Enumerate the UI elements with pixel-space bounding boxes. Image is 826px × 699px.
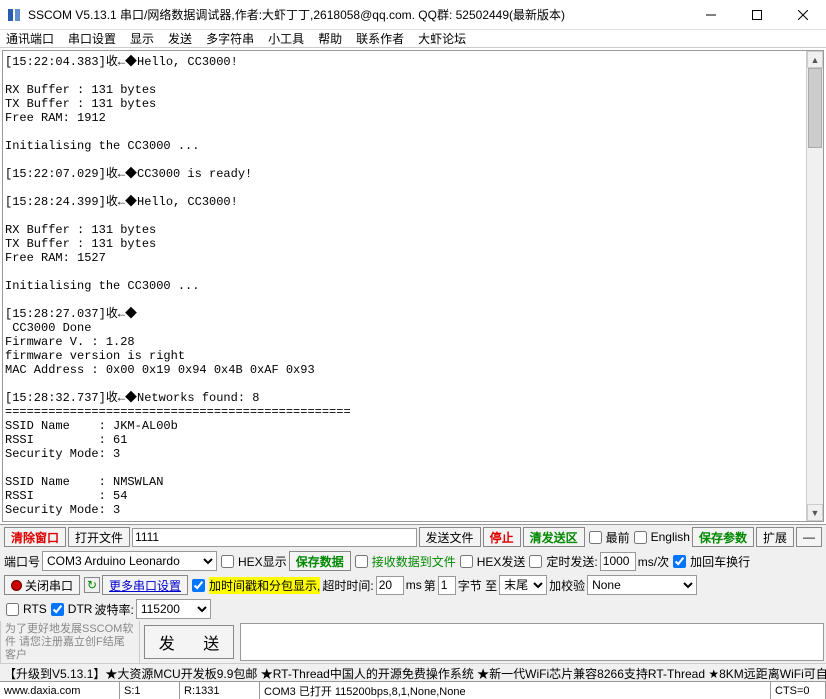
topmost-label: 最前	[606, 529, 630, 546]
filename-input[interactable]	[132, 528, 417, 547]
scroll-thumb[interactable]	[808, 68, 822, 148]
checksum-select[interactable]: None	[587, 575, 697, 595]
window-title: SSCOM V5.13.1 串口/网络数据调试器,作者:大虾丁丁,2618058…	[28, 6, 688, 23]
baud-select[interactable]: 115200	[136, 599, 211, 619]
timestamp-label: 加时间戳和分包显示,	[209, 577, 320, 594]
checksum-label: 加校验	[549, 577, 585, 594]
menu-contact[interactable]: 联系作者	[356, 30, 404, 47]
timeout-label: 超时时间:	[322, 577, 373, 594]
promo-bar[interactable]: 【升级到V5.13.1】★大资源MCU开发板9.9包邮 ★RT-Thread中国…	[0, 663, 826, 681]
port-led-icon	[11, 580, 22, 591]
status-sent: S:1	[120, 682, 180, 699]
hex-show-checkbox[interactable]	[221, 555, 234, 568]
crlf-checkbox[interactable]	[673, 555, 686, 568]
stop-button[interactable]: 停止	[483, 527, 521, 547]
clear-window-button[interactable]: 清除窗口	[4, 527, 66, 547]
send-button[interactable]: 发 送	[144, 625, 234, 659]
menu-help[interactable]: 帮助	[318, 30, 342, 47]
port-select[interactable]: COM3 Arduino Leonardo	[42, 551, 217, 571]
expand-button[interactable]: 扩展	[756, 527, 794, 547]
scroll-down-button[interactable]: ▼	[807, 504, 823, 521]
topmost-checkbox[interactable]	[589, 531, 602, 544]
interval-input[interactable]	[600, 552, 636, 571]
status-recv: R:1331	[180, 682, 260, 699]
menu-tools[interactable]: 小工具	[268, 30, 304, 47]
scroll-up-button[interactable]: ▲	[807, 51, 823, 68]
menu-forum[interactable]: 大虾论坛	[418, 30, 466, 47]
timed-send-checkbox[interactable]	[529, 555, 542, 568]
rts-label: RTS	[23, 602, 47, 616]
tail-select[interactable]: 末尾	[499, 575, 547, 595]
dtr-label: DTR	[68, 602, 93, 616]
english-checkbox[interactable]	[634, 531, 647, 544]
menu-send[interactable]: 发送	[168, 30, 192, 47]
timed-send-label: 定时发送:	[546, 553, 597, 570]
menu-display[interactable]: 显示	[130, 30, 154, 47]
send-input[interactable]	[240, 623, 824, 661]
timeout-unit-label: ms	[406, 578, 422, 592]
status-bar: www.daxia.com S:1 R:1331 COM3 已打开 115200…	[0, 681, 826, 699]
menu-bar: 通讯端口 串口设置 显示 发送 多字符串 小工具 帮助 联系作者 大虾论坛	[0, 30, 826, 48]
interval-unit-label: ms/次	[638, 553, 669, 570]
baud-label: 波特率:	[94, 601, 133, 618]
save-params-button[interactable]: 保存参数	[692, 527, 754, 547]
close-port-button[interactable]: 关闭串口	[4, 575, 80, 595]
crlf-label: 加回车换行	[690, 553, 750, 570]
open-file-button[interactable]: 打开文件	[68, 527, 130, 547]
status-port: COM3 已打开 115200bps,8,1,None,None	[260, 682, 771, 699]
port-label: 端口号	[4, 553, 40, 570]
byte-label-2: 字节 至	[458, 577, 497, 594]
timeout-input[interactable]	[376, 576, 404, 595]
collapse-button[interactable]: —	[796, 527, 822, 547]
byte-label-1: 第	[424, 577, 436, 594]
recv-to-file-label: 接收数据到文件	[372, 553, 456, 570]
menu-serial-settings[interactable]: 串口设置	[68, 30, 116, 47]
minimize-button[interactable]	[688, 0, 734, 30]
terminal-output[interactable]: [15:22:04.383]收←◆Hello, CC3000! RX Buffe…	[3, 51, 806, 521]
maximize-button[interactable]	[734, 0, 780, 30]
scrollbar[interactable]: ▲ ▼	[806, 51, 823, 521]
hex-send-label: HEX发送	[477, 553, 526, 570]
rts-checkbox[interactable]	[6, 603, 19, 616]
dtr-checkbox[interactable]	[51, 603, 64, 616]
menu-multistring[interactable]: 多字符串	[206, 30, 254, 47]
save-data-button[interactable]: 保存数据	[289, 551, 351, 571]
refresh-icon[interactable]: ↻	[84, 577, 100, 593]
close-button[interactable]	[780, 0, 826, 30]
menu-port[interactable]: 通讯端口	[6, 30, 54, 47]
english-label: English	[651, 530, 690, 544]
status-cts: CTS=0	[771, 682, 826, 699]
more-settings-button[interactable]: 更多串口设置	[102, 575, 188, 595]
hex-send-checkbox[interactable]	[460, 555, 473, 568]
app-icon	[6, 7, 22, 23]
send-file-button[interactable]: 发送文件	[419, 527, 481, 547]
recv-to-file-checkbox[interactable]	[355, 555, 368, 568]
hex-show-label: HEX显示	[238, 553, 287, 570]
timestamp-checkbox[interactable]	[192, 579, 205, 592]
status-url[interactable]: www.daxia.com	[0, 682, 120, 699]
clear-send-button[interactable]: 清发送区	[523, 527, 585, 547]
hint-text: 为了更好地发展SSCOM软件 请您注册嘉立创F结尾客户	[0, 621, 140, 663]
byte-no-input[interactable]	[438, 576, 456, 595]
